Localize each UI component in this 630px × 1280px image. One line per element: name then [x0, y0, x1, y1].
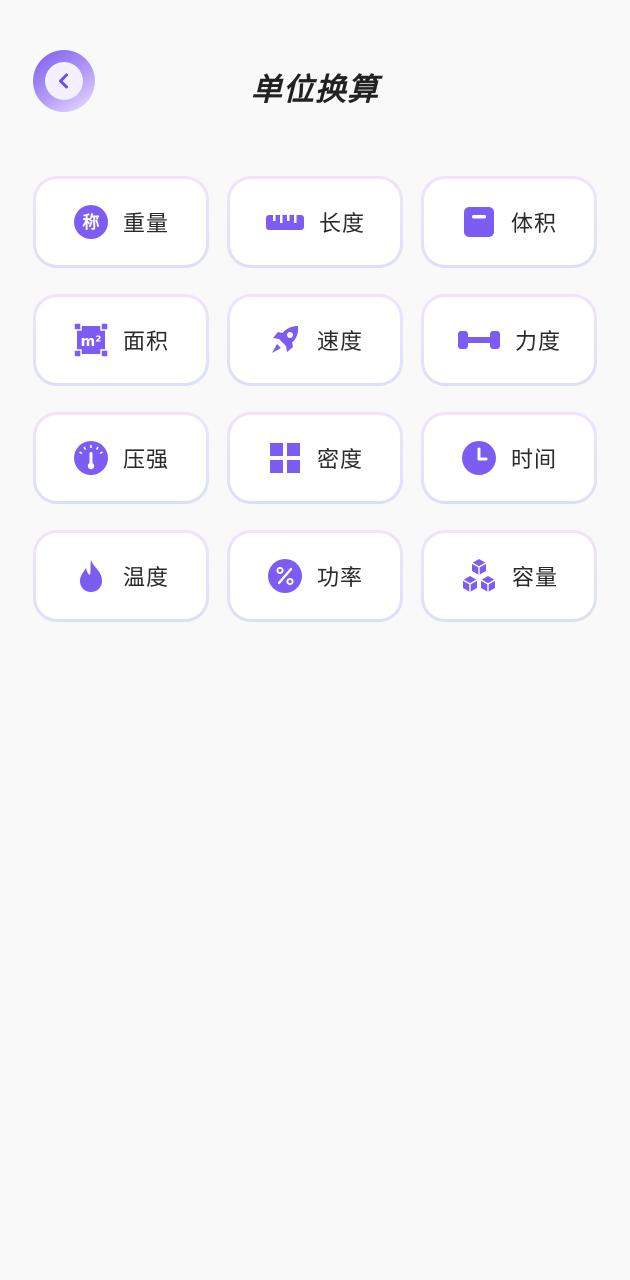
unit-card-length[interactable]: 长度 — [227, 176, 403, 268]
area-square-icon: m² — [73, 322, 109, 358]
unit-label-capacity: 容量 — [511, 566, 558, 591]
unit-label-volume: 体积 — [510, 212, 557, 237]
unit-card-density[interactable]: 密度 — [227, 412, 403, 504]
scale-weight-icon: 称 — [73, 204, 109, 240]
unit-card-force[interactable]: 力度 — [421, 294, 597, 386]
area-square-icon-text: m² — [81, 334, 102, 350]
unit-label-power: 功率 — [316, 566, 363, 591]
pressure-gauge-icon — [73, 440, 109, 476]
flame-icon — [73, 558, 109, 594]
unit-card-speed[interactable]: 速度 — [227, 294, 403, 386]
grid-blocks-icon — [267, 440, 303, 476]
unit-label-weight: 重量 — [122, 212, 169, 237]
stacked-cubes-icon — [460, 558, 498, 594]
clock-icon — [461, 440, 497, 476]
unit-card-weight[interactable]: 称 重量 — [33, 176, 209, 268]
page-title: 单位换算 — [251, 72, 379, 108]
percent-icon — [267, 558, 303, 594]
unit-card-pressure[interactable]: 压强 — [33, 412, 209, 504]
unit-card-area[interactable]: m² 面积 — [33, 294, 209, 386]
ruler-icon — [265, 204, 305, 240]
unit-card-volume[interactable]: 体积 — [421, 176, 597, 268]
scale-weight-icon-text: 称 — [82, 212, 99, 233]
unit-card-temperature[interactable]: 温度 — [33, 530, 209, 622]
unit-card-capacity[interactable]: 容量 — [421, 530, 597, 622]
unit-label-time: 时间 — [510, 448, 557, 473]
rocket-icon — [267, 322, 303, 358]
dumbbell-icon — [457, 322, 501, 358]
unit-grid: 称 重量 长度 体积 m² 面积 速度 力度 压强 密度 时间 温度 功率 容量 — [33, 176, 597, 622]
unit-label-area: 面积 — [122, 330, 169, 355]
unit-card-power[interactable]: 功率 — [227, 530, 403, 622]
unit-label-force: 力度 — [514, 330, 561, 355]
unit-label-length: 长度 — [318, 212, 365, 237]
unit-label-speed: 速度 — [316, 330, 363, 355]
unit-label-density: 密度 — [316, 448, 363, 473]
unit-label-temperature: 温度 — [122, 566, 169, 591]
unit-label-pressure: 压强 — [122, 448, 169, 473]
unit-card-time[interactable]: 时间 — [421, 412, 597, 504]
volume-box-icon — [461, 204, 497, 240]
